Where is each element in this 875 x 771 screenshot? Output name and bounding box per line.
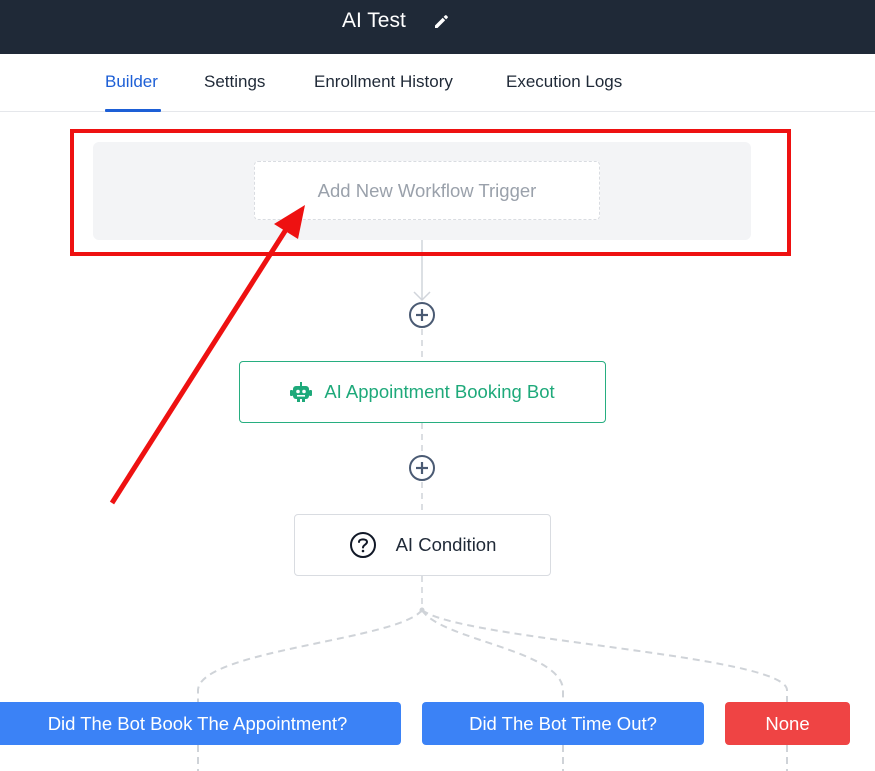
annotation-arrow [109, 205, 305, 505]
